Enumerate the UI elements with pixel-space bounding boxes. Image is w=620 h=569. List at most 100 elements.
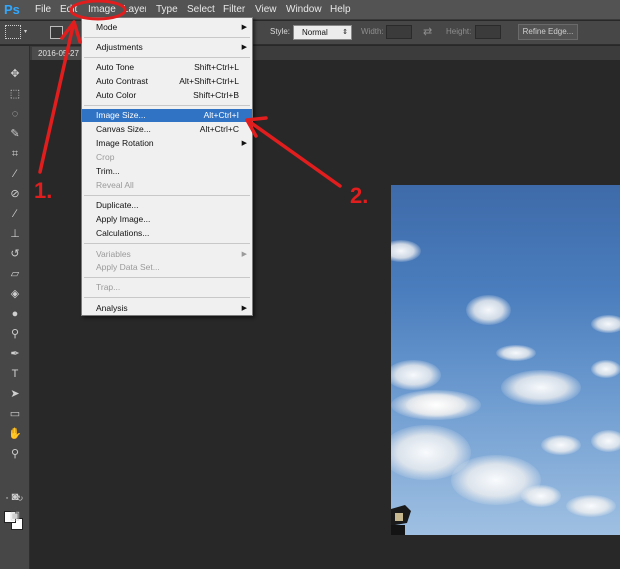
style-select[interactable]: Normal ⇕ xyxy=(293,25,352,40)
menu-item-label: Canvas Size... xyxy=(96,124,151,134)
style-label: Style: xyxy=(270,27,291,36)
pen-icon[interactable]: ✒ xyxy=(6,346,24,362)
cloud xyxy=(496,345,536,361)
menu-item-adjustments[interactable]: Adjustments ▶ xyxy=(82,41,252,54)
rectangular-marquee-icon[interactable] xyxy=(5,25,21,39)
path-select-icon[interactable]: ➤ xyxy=(6,386,24,402)
menu-item-label: Crop xyxy=(96,152,115,162)
menu-item-canvas-size[interactable]: Canvas Size... Alt+Ctrl+C xyxy=(82,123,252,136)
menu-item-auto-contrast[interactable]: Auto Contrast Alt+Shift+Ctrl+L xyxy=(82,75,252,88)
menu-separator xyxy=(84,105,250,106)
menu-item-auto-color[interactable]: Auto Color Shift+Ctrl+B xyxy=(82,89,252,102)
menu-item-auto-tone[interactable]: Auto Tone Shift+Ctrl+L xyxy=(82,61,252,74)
refine-edge-button[interactable]: Refine Edge... xyxy=(518,24,578,40)
eraser-icon[interactable]: ▱ xyxy=(6,266,24,282)
hand-icon[interactable]: ✋ xyxy=(6,426,24,442)
zoom-icon[interactable]: ⚲ xyxy=(6,446,24,462)
street-lamp-silhouette xyxy=(391,505,411,535)
menu-edit[interactable]: Edit xyxy=(57,0,79,20)
move-icon[interactable]: ✥ xyxy=(6,66,24,82)
menu-file[interactable]: File xyxy=(32,0,54,20)
menu-item-label: Adjustments xyxy=(96,42,143,52)
rectangle-icon[interactable]: ▭ xyxy=(6,406,24,422)
menu-item-label: Reveal All xyxy=(96,180,134,190)
step-2-label: 2. xyxy=(350,183,369,208)
menu-item-mode[interactable]: Mode ▶ xyxy=(82,21,252,34)
menu-separator xyxy=(84,277,250,278)
menu-item-duplicate[interactable]: Duplicate... xyxy=(82,199,252,212)
cloud xyxy=(501,370,581,405)
menu-view[interactable]: View xyxy=(252,0,280,20)
menu-item-apply-data-set: Apply Data Set... xyxy=(82,261,252,274)
crop-icon[interactable]: ⌗ xyxy=(6,146,24,162)
select-arrows-icon: ⇕ xyxy=(342,29,348,36)
lasso-icon[interactable]: ◌ xyxy=(6,106,24,122)
healing-brush-icon[interactable]: ⊘ xyxy=(6,186,24,202)
cloud xyxy=(566,495,616,517)
new-selection-icon[interactable] xyxy=(50,26,63,39)
chevron-down-icon[interactable]: ▾ xyxy=(24,28,27,35)
menu-item-calculations[interactable]: Calculations... xyxy=(82,227,252,240)
menu-item-label: Trap... xyxy=(96,282,121,292)
cloud xyxy=(391,360,441,390)
cloud xyxy=(466,295,511,325)
image-menu-dropdown: Mode ▶ Adjustments ▶ Auto Tone Shift+Ctr… xyxy=(81,17,253,316)
cloud xyxy=(541,435,581,455)
menu-item-label: Auto Color xyxy=(96,90,137,100)
quick-mask-icon[interactable]: ◙ xyxy=(7,489,23,505)
menu-help[interactable]: Help xyxy=(327,0,354,20)
menu-separator xyxy=(84,57,250,58)
screen-mode-icon[interactable]: ▣ xyxy=(7,508,23,524)
menu-item-label: Mode xyxy=(96,22,118,32)
menu-item-label: Auto Contrast xyxy=(96,76,148,86)
submenu-arrow-icon: ▶ xyxy=(241,140,247,147)
gradient-icon[interactable]: ◈ xyxy=(6,286,24,302)
menu-item-variables: Variables ▶ xyxy=(82,248,252,261)
cloud xyxy=(406,393,466,417)
photoshop-logo: Ps xyxy=(4,2,20,17)
style-select-value: Normal xyxy=(302,28,328,37)
menu-item-label: Calculations... xyxy=(96,228,150,238)
document-image[interactable] xyxy=(391,185,620,535)
blur-icon[interactable]: ● xyxy=(6,306,24,322)
height-label: Height: xyxy=(446,27,472,36)
menu-item-trim[interactable]: Trim... xyxy=(82,165,252,178)
menu-separator xyxy=(84,243,250,244)
menu-item-shortcut: Alt+Ctrl+C xyxy=(199,124,239,134)
marquee-icon[interactable]: ⬚ xyxy=(6,86,24,102)
document-tab[interactable]: 2016-05-27 xyxy=(32,47,85,60)
quick-select-icon[interactable]: ✎ xyxy=(6,126,24,142)
menu-item-label: Image Rotation xyxy=(96,138,154,148)
menu-item-shortcut: Shift+Ctrl+B xyxy=(193,90,239,100)
menu-window[interactable]: Window xyxy=(283,0,325,20)
history-brush-icon[interactable]: ↺ xyxy=(6,246,24,262)
cloud xyxy=(591,360,620,378)
menu-item-shortcut: Shift+Ctrl+L xyxy=(194,62,239,72)
menu-item-label: Duplicate... xyxy=(96,200,139,210)
menu-item-label: Trim... xyxy=(96,166,120,176)
menu-item-apply-image[interactable]: Apply Image... xyxy=(82,213,252,226)
menu-item-label: Analysis xyxy=(96,303,128,313)
tools-panel: ✥ ⬚ ◌ ✎ ⌗ ⁄ ⊘ ∕ ⊥ ↺ ▱ ◈ ● ⚲ ✒ T ➤ ▭ ✋ ⚲ … xyxy=(0,46,30,569)
step-1-label: 1. xyxy=(34,178,53,203)
menu-separator xyxy=(84,37,250,38)
menu-item-label: Variables xyxy=(96,249,131,259)
menu-separator xyxy=(84,195,250,196)
swap-icon[interactable]: ⇄ xyxy=(423,25,432,38)
menu-item-shortcut: Alt+Ctrl+I xyxy=(203,110,239,120)
cloud xyxy=(591,315,620,333)
menu-item-image-rotation[interactable]: Image Rotation ▶ xyxy=(82,137,252,150)
eyedropper-icon[interactable]: ⁄ xyxy=(6,166,24,182)
submenu-arrow-icon: ▶ xyxy=(241,24,247,31)
dodge-icon[interactable]: ⚲ xyxy=(6,326,24,342)
menu-item-trap: Trap... xyxy=(82,281,252,294)
brush-icon[interactable]: ∕ xyxy=(6,206,24,222)
menu-item-image-size[interactable]: Image Size... Alt+Ctrl+I xyxy=(82,109,252,122)
type-icon[interactable]: T xyxy=(6,366,24,382)
menu-item-crop: Crop xyxy=(82,151,252,164)
menu-item-label: Apply Data Set... xyxy=(96,262,160,272)
height-field[interactable] xyxy=(475,25,501,39)
width-field[interactable] xyxy=(386,25,412,39)
menu-item-analysis[interactable]: Analysis ▶ xyxy=(82,302,252,315)
clone-stamp-icon[interactable]: ⊥ xyxy=(6,226,24,242)
